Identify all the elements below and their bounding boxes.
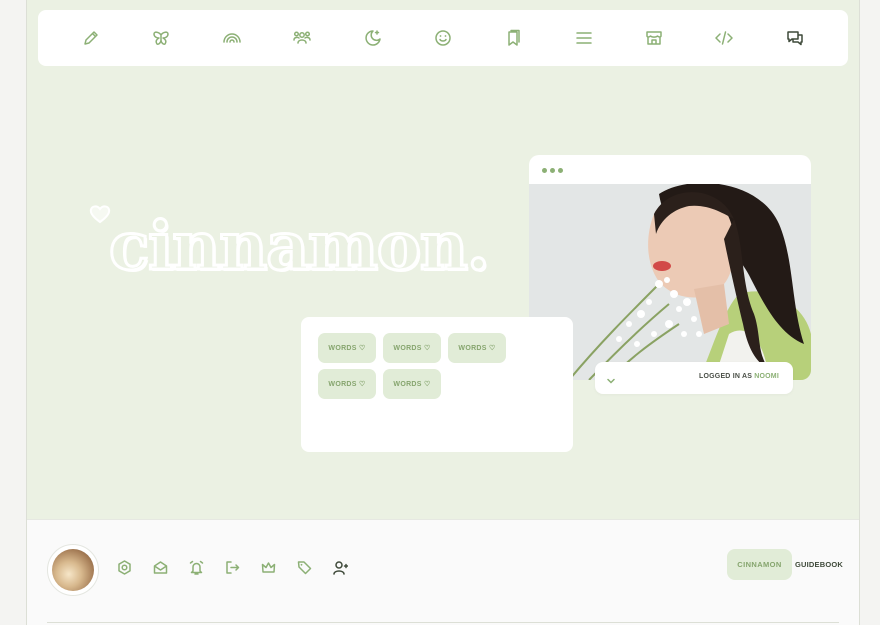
- smiley-icon[interactable]: [434, 29, 452, 47]
- login-status-bar: LOGGED IN AS NOOMI: [595, 362, 793, 394]
- avatar[interactable]: [47, 544, 99, 596]
- words-chip[interactable]: WORDS ♡: [318, 369, 376, 399]
- heart-icon: [89, 204, 111, 224]
- words-chip[interactable]: WORDS ♡: [383, 333, 441, 363]
- group-icon[interactable]: [293, 29, 311, 47]
- store-icon[interactable]: [645, 29, 663, 47]
- alarm-icon[interactable]: [189, 560, 204, 575]
- guidebook-link[interactable]: GUIDEBOOK: [795, 560, 843, 569]
- footer-bar: CINNAMON GUIDEBOOK: [27, 519, 859, 614]
- code-icon[interactable]: [715, 29, 733, 47]
- butterfly-icon[interactable]: [152, 29, 170, 47]
- bookmarks-icon[interactable]: [504, 29, 522, 47]
- bottom-strip: [27, 613, 859, 625]
- moon-stars-icon[interactable]: [364, 29, 382, 47]
- username[interactable]: NOOMI: [754, 373, 779, 380]
- chat-icon[interactable]: [786, 29, 804, 47]
- words-chip[interactable]: WORDS ♡: [448, 333, 506, 363]
- logged-in-status: LOGGED IN AS NOOMI: [699, 373, 779, 380]
- crown-icon[interactable]: [261, 560, 276, 575]
- settings-hex-icon[interactable]: [117, 560, 132, 575]
- words-chip[interactable]: WORDS ♡: [318, 333, 376, 363]
- add-user-icon[interactable]: [333, 560, 349, 575]
- pencil-icon[interactable]: [82, 29, 100, 47]
- page-title: cinnamon.: [108, 206, 492, 287]
- page-frame: cinnamon. LOGGED IN AS NOOMI WORDS ♡ WOR…: [26, 0, 860, 625]
- chevron-down-icon[interactable]: [606, 373, 616, 384]
- menu-icon[interactable]: [575, 29, 593, 47]
- mail-icon[interactable]: [153, 560, 168, 575]
- window-dots-icon: [542, 168, 563, 173]
- words-card: WORDS ♡ WORDS ♡ WORDS ♡ WORDS ♡ WORDS ♡: [301, 317, 573, 452]
- logout-icon[interactable]: [225, 560, 240, 575]
- tag-icon[interactable]: [297, 560, 312, 575]
- words-chip[interactable]: WORDS ♡: [383, 369, 441, 399]
- cinnamon-button[interactable]: CINNAMON: [727, 549, 792, 580]
- top-navigation: [38, 10, 848, 66]
- logged-in-label: LOGGED IN AS: [699, 373, 755, 380]
- rainbow-icon[interactable]: [223, 29, 241, 47]
